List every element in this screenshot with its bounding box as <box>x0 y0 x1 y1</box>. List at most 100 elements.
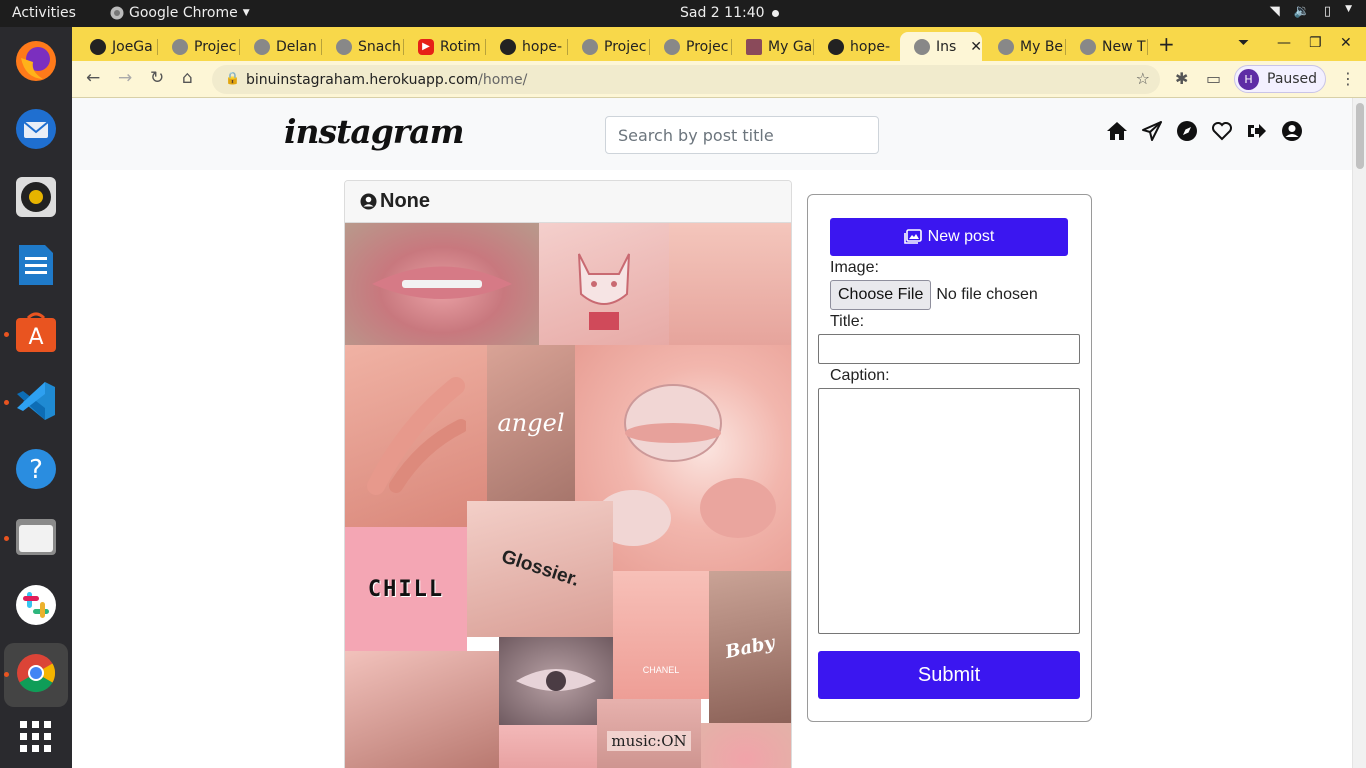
close-window-icon[interactable]: ✕ <box>1340 35 1352 51</box>
menu-kebab-icon[interactable]: ⋮ <box>1340 69 1356 88</box>
logout-icon[interactable] <box>1245 119 1269 143</box>
running-indicator <box>4 332 9 337</box>
title-field[interactable] <box>818 334 1080 364</box>
profile-icon[interactable] <box>1280 119 1304 143</box>
explore-icon[interactable] <box>1175 119 1199 143</box>
site-logo[interactable]: instagram <box>284 112 464 151</box>
running-indicator <box>4 672 9 677</box>
github-icon <box>90 38 106 55</box>
help-icon[interactable]: ? <box>12 445 60 493</box>
collage-eye-tile <box>499 637 613 725</box>
collage-lips-tile <box>345 223 539 345</box>
tab[interactable]: Projec <box>650 32 732 61</box>
title-label: Title: <box>830 313 865 330</box>
user-circle-icon <box>360 193 377 210</box>
tab-search-icon[interactable]: ⏷ <box>1238 35 1249 51</box>
notification-dot <box>772 10 779 17</box>
site-navbar: instagram <box>72 98 1352 170</box>
post-header: None <box>345 181 791 223</box>
tab[interactable]: Delan <box>240 32 322 61</box>
tab-active[interactable]: Ins ✕ <box>900 32 982 61</box>
reload-icon[interactable]: ↻ <box>150 68 164 88</box>
tab[interactable]: My Be <box>984 32 1066 61</box>
software-icon[interactable]: A <box>12 309 60 357</box>
extensions-icon[interactable]: ✱ <box>1175 69 1188 88</box>
home-icon[interactable]: ⌂ <box>182 68 193 88</box>
lock-icon: 🔒 <box>225 71 240 85</box>
page-scrollbar[interactable] <box>1352 98 1366 768</box>
search-input[interactable] <box>605 116 879 154</box>
profile-button[interactable]: H Paused <box>1234 65 1326 93</box>
slack-icon[interactable] <box>12 581 60 629</box>
firefox-icon[interactable] <box>12 37 60 85</box>
close-tab-icon[interactable]: ✕ <box>970 39 982 55</box>
new-tab-button[interactable]: + <box>1158 32 1175 56</box>
collage-lipstick-tile <box>701 723 791 768</box>
globe-icon <box>914 38 930 55</box>
cast-icon[interactable]: ▭ <box>1206 69 1221 88</box>
clock[interactable]: Sad 2 11:40 <box>680 5 765 21</box>
chrome-icon[interactable] <box>12 649 60 697</box>
file-input[interactable]: Choose File No file chosen <box>830 280 1038 310</box>
collage-chanel-tile: CHANEL <box>613 571 709 699</box>
tab[interactable]: ▶ Rotim <box>404 32 486 61</box>
youtube-icon: ▶ <box>418 38 434 55</box>
heart-icon[interactable] <box>1210 119 1234 143</box>
tab-title: New T <box>1102 38 1146 55</box>
home-icon[interactable] <box>1105 119 1129 143</box>
tab-title: hope- <box>850 38 890 55</box>
avatar: H <box>1238 68 1259 90</box>
bookmark-star-icon[interactable]: ☆ <box>1136 69 1150 88</box>
tab[interactable]: hope- <box>814 32 898 61</box>
url-path: /home/ <box>478 71 528 88</box>
apps-grid-icon[interactable] <box>12 713 60 761</box>
tab-title: My Ga <box>768 38 813 55</box>
choose-file-button[interactable]: Choose File <box>830 280 932 310</box>
globe-icon <box>1080 38 1096 55</box>
activities-button[interactable]: Activities <box>12 5 76 21</box>
tab-title: Projec <box>194 38 237 55</box>
url-host: binuinstagraham.herokuapp.com <box>246 71 479 88</box>
tab[interactable]: My Ga <box>732 32 814 61</box>
tab[interactable]: Projec <box>568 32 650 61</box>
new-post-button[interactable]: New post <box>830 218 1068 256</box>
address-bar[interactable]: 🔒 binuinstagraham.herokuapp.com/home/ ☆ <box>212 65 1160 94</box>
writer-icon[interactable] <box>12 241 60 289</box>
svg-text:A: A <box>28 325 43 350</box>
thunderbird-icon[interactable] <box>12 105 60 153</box>
collage-angel-text: angel <box>497 409 565 437</box>
forward-icon[interactable]: → <box>118 68 132 88</box>
no-file-text: No file chosen <box>936 286 1038 303</box>
tab[interactable]: Snach <box>322 32 404 61</box>
maximize-icon[interactable]: ❐ <box>1309 35 1322 51</box>
chrome-small-icon <box>110 6 124 20</box>
submit-button[interactable]: Submit <box>818 651 1080 699</box>
system-tray[interactable]: ◥ 🔉 ▯ ▼ <box>1270 4 1352 19</box>
back-icon[interactable]: ← <box>86 68 100 88</box>
svg-text:?: ? <box>29 455 43 485</box>
rhythmbox-icon[interactable] <box>12 173 60 221</box>
files-icon[interactable] <box>12 513 60 561</box>
collage-cat-tile <box>539 223 669 345</box>
collage-music-text: music:ON <box>607 731 691 751</box>
minimize-icon[interactable]: — <box>1277 35 1291 51</box>
app-menu[interactable]: Google Chrome ▼ <box>110 5 250 21</box>
vscode-icon[interactable] <box>12 377 60 425</box>
tab[interactable]: Projec <box>158 32 240 61</box>
tab[interactable]: hope- <box>486 32 568 61</box>
images-icon <box>903 229 922 244</box>
send-icon[interactable] <box>1140 119 1164 143</box>
caption-field[interactable] <box>818 388 1080 634</box>
tab-title: Snach <box>358 38 401 55</box>
scrollbar-thumb[interactable] <box>1356 103 1364 169</box>
github-icon <box>828 38 844 55</box>
collage-hands-tile <box>345 651 499 768</box>
chevron-down-icon: ▼ <box>1345 4 1352 14</box>
running-indicator <box>4 536 9 541</box>
tab[interactable]: New T <box>1066 32 1148 61</box>
tab[interactable]: JoeGa <box>76 32 158 61</box>
system-top-bar: Activities Google Chrome ▼ Sad 2 11:40 ◥… <box>0 0 1366 27</box>
tab-title: hope- <box>522 38 562 55</box>
new-post-form: New post Image: Choose File No file chos… <box>807 194 1092 722</box>
post-image-collage[interactable]: angel CHILL Glossier. CHANEL Baby music:… <box>345 223 791 768</box>
